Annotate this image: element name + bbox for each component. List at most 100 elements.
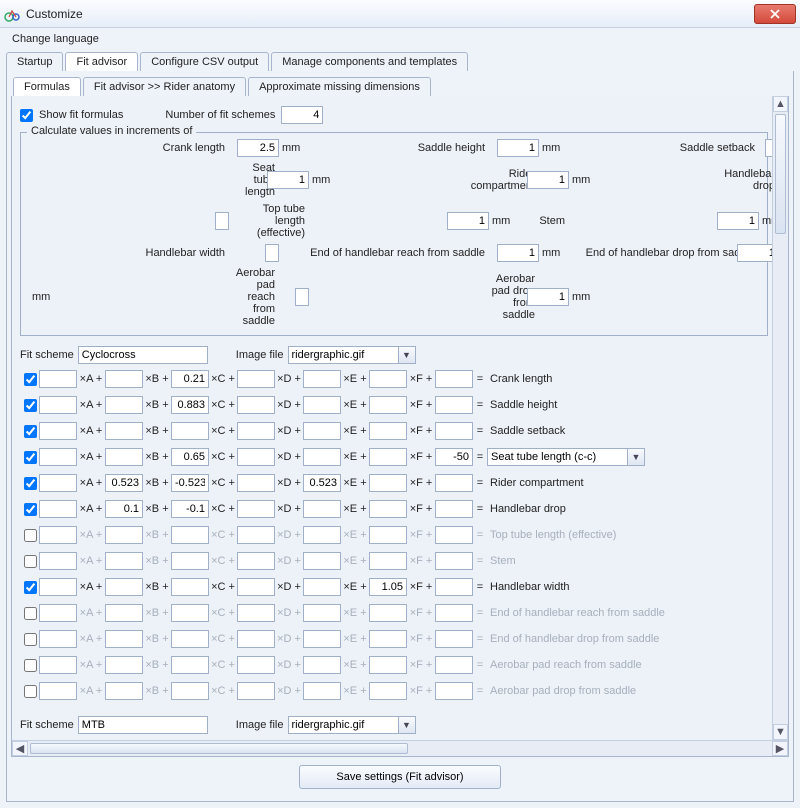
formula-enable-checkbox[interactable]: [24, 425, 37, 438]
increment-input[interactable]: [295, 288, 309, 306]
scroll-up-icon[interactable]: ▲: [773, 96, 788, 112]
increment-input[interactable]: [527, 171, 569, 189]
coef-input[interactable]: [105, 474, 143, 492]
horizontal-scrollbar[interactable]: ◀ ▶: [12, 740, 788, 756]
increment-input[interactable]: [265, 244, 279, 262]
increment-input[interactable]: [717, 212, 759, 230]
coef-input[interactable]: [171, 474, 209, 492]
coef-input[interactable]: [303, 422, 341, 440]
constant-input[interactable]: [435, 396, 473, 414]
menu-change-language[interactable]: Change language: [8, 31, 103, 47]
result-select-dropdown[interactable]: ▼: [627, 448, 645, 466]
constant-input[interactable]: [435, 500, 473, 518]
coef-input[interactable]: [105, 448, 143, 466]
increment-input[interactable]: [267, 171, 309, 189]
coef-input[interactable]: [105, 370, 143, 388]
formula-enable-checkbox[interactable]: [24, 373, 37, 386]
image-file-dropdown-2[interactable]: ▼: [398, 716, 416, 734]
increment-input[interactable]: [497, 244, 539, 262]
formula-enable-checkbox[interactable]: [24, 529, 37, 542]
coef-input[interactable]: [105, 500, 143, 518]
increment-input[interactable]: [497, 139, 539, 157]
formula-enable-checkbox[interactable]: [24, 555, 37, 568]
constant-input[interactable]: [435, 578, 473, 596]
coef-input[interactable]: [237, 578, 275, 596]
increment-input[interactable]: [237, 139, 279, 157]
formula-enable-checkbox[interactable]: [24, 607, 37, 620]
coef-input[interactable]: [105, 422, 143, 440]
increment-input[interactable]: [215, 212, 229, 230]
coef-input[interactable]: [237, 474, 275, 492]
constant-input[interactable]: [435, 370, 473, 388]
coef-input[interactable]: [237, 500, 275, 518]
coef-input[interactable]: [303, 500, 341, 518]
coef-input[interactable]: [237, 396, 275, 414]
hscroll-thumb[interactable]: [30, 743, 408, 754]
formula-enable-checkbox[interactable]: [24, 685, 37, 698]
vscroll-thumb[interactable]: [775, 114, 786, 234]
num-schemes-input[interactable]: [281, 106, 323, 124]
scroll-left-icon[interactable]: ◀: [12, 741, 28, 756]
scroll-down-icon[interactable]: ▼: [773, 724, 788, 740]
coef-input[interactable]: [303, 474, 341, 492]
coef-input[interactable]: [39, 370, 77, 388]
constant-input[interactable]: [435, 422, 473, 440]
coef-input[interactable]: [237, 422, 275, 440]
formula-enable-checkbox[interactable]: [24, 503, 37, 516]
tab-formulas[interactable]: Formulas: [13, 77, 81, 96]
coef-input[interactable]: [171, 578, 209, 596]
coef-input[interactable]: [171, 396, 209, 414]
coef-input[interactable]: [39, 396, 77, 414]
coef-input[interactable]: [39, 578, 77, 596]
formula-enable-checkbox[interactable]: [24, 581, 37, 594]
coef-input[interactable]: [171, 370, 209, 388]
coef-input[interactable]: [369, 474, 407, 492]
save-settings-button[interactable]: Save settings (Fit advisor): [299, 765, 500, 789]
formula-enable-checkbox[interactable]: [24, 659, 37, 672]
coef-input[interactable]: [369, 448, 407, 466]
tab-csv[interactable]: Configure CSV output: [140, 52, 269, 71]
coef-input[interactable]: [369, 370, 407, 388]
coef-input[interactable]: [369, 422, 407, 440]
constant-input[interactable]: [435, 474, 473, 492]
coef-input[interactable]: [105, 396, 143, 414]
tab-rider-anatomy[interactable]: Fit advisor >> Rider anatomy: [83, 77, 246, 96]
scroll-right-icon[interactable]: ▶: [772, 741, 788, 756]
coef-input[interactable]: [39, 448, 77, 466]
coef-input[interactable]: [303, 448, 341, 466]
coef-input[interactable]: [39, 422, 77, 440]
result-select-input[interactable]: [487, 448, 627, 466]
coef-input[interactable]: [105, 578, 143, 596]
coef-input[interactable]: [171, 422, 209, 440]
coef-input[interactable]: [369, 500, 407, 518]
coef-input[interactable]: [39, 500, 77, 518]
show-fit-formulas-checkbox[interactable]: [20, 109, 33, 122]
formula-enable-checkbox[interactable]: [24, 399, 37, 412]
close-button[interactable]: [754, 4, 796, 24]
coef-input[interactable]: [369, 578, 407, 596]
coef-input[interactable]: [171, 448, 209, 466]
image-file-input-2[interactable]: [288, 716, 398, 734]
vertical-scrollbar[interactable]: ▲ ▼: [772, 96, 788, 740]
coef-input[interactable]: [369, 396, 407, 414]
constant-input[interactable]: [435, 448, 473, 466]
image-file-dropdown-1[interactable]: ▼: [398, 346, 416, 364]
formula-enable-checkbox[interactable]: [24, 477, 37, 490]
tab-startup[interactable]: Startup: [6, 52, 63, 71]
coef-input[interactable]: [237, 448, 275, 466]
formula-enable-checkbox[interactable]: [24, 633, 37, 646]
coef-input[interactable]: [303, 578, 341, 596]
formula-enable-checkbox[interactable]: [24, 451, 37, 464]
coef-input[interactable]: [303, 370, 341, 388]
tab-approx[interactable]: Approximate missing dimensions: [248, 77, 431, 96]
tab-manage[interactable]: Manage components and templates: [271, 52, 468, 71]
coef-input[interactable]: [237, 370, 275, 388]
increment-input[interactable]: [447, 212, 489, 230]
fit-scheme-input-1[interactable]: [78, 346, 208, 364]
tab-fit-advisor[interactable]: Fit advisor: [65, 52, 138, 71]
image-file-input-1[interactable]: [288, 346, 398, 364]
coef-input[interactable]: [39, 474, 77, 492]
increment-input[interactable]: [527, 288, 569, 306]
coef-input[interactable]: [303, 396, 341, 414]
coef-input[interactable]: [171, 500, 209, 518]
